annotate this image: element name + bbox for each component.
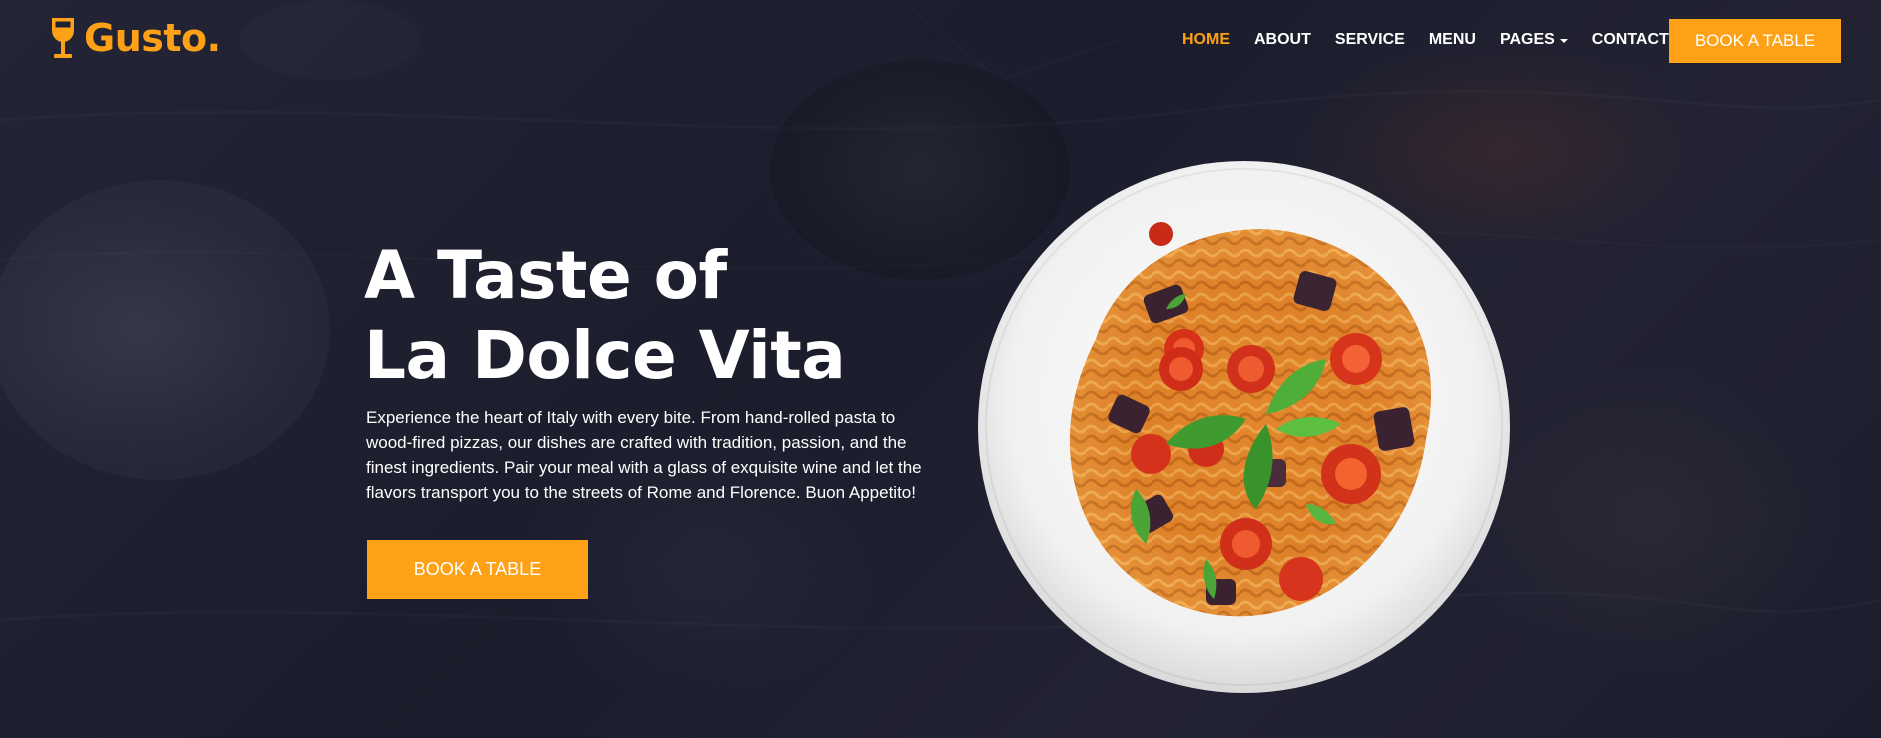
- brand-logo[interactable]: Gusto.: [50, 16, 221, 60]
- hero-description: Experience the heart of Italy with every…: [366, 408, 922, 502]
- hero-headline: A Taste of La Dolce Vita: [364, 236, 846, 396]
- nav-service[interactable]: SERVICE: [1323, 28, 1417, 52]
- nav-about-label: ABOUT: [1254, 31, 1311, 48]
- nav-book-table-button[interactable]: BOOK A TABLE: [1669, 19, 1841, 63]
- nav-contact[interactable]: CONTACT: [1580, 28, 1681, 52]
- nav-menu-label: MENU: [1428, 31, 1476, 48]
- nav-contact-label: CONTACT: [1591, 31, 1669, 48]
- brand-name: Gusto.: [84, 16, 221, 60]
- hero-book-table-button[interactable]: BOOK A TABLE: [367, 540, 588, 599]
- nav-service-label: SERVICE: [1334, 31, 1405, 48]
- nav-about[interactable]: ABOUT: [1242, 28, 1323, 52]
- nav-pages-dropdown[interactable]: PAGES: [1488, 28, 1580, 52]
- background-texture: [770, 60, 1070, 280]
- nav-home-label: HOME: [1182, 31, 1230, 48]
- caret-down-icon: [1559, 38, 1568, 43]
- nav-menu[interactable]: MENU: [1417, 28, 1488, 52]
- wine-glass-icon: [50, 16, 76, 60]
- nav-pages-label: PAGES: [1499, 31, 1555, 48]
- nav-home[interactable]: HOME: [1170, 28, 1242, 52]
- hero-headline-line2: La Dolce Vita: [364, 317, 846, 394]
- hero-headline-line1: A Taste of: [364, 237, 727, 314]
- hero-section: Gusto. HOME ABOUT SERVICE MENU PAGES CON…: [0, 0, 1881, 738]
- main-nav: HOME ABOUT SERVICE MENU PAGES CONTACT: [1170, 28, 1681, 52]
- pasta-plate-image: [978, 161, 1510, 693]
